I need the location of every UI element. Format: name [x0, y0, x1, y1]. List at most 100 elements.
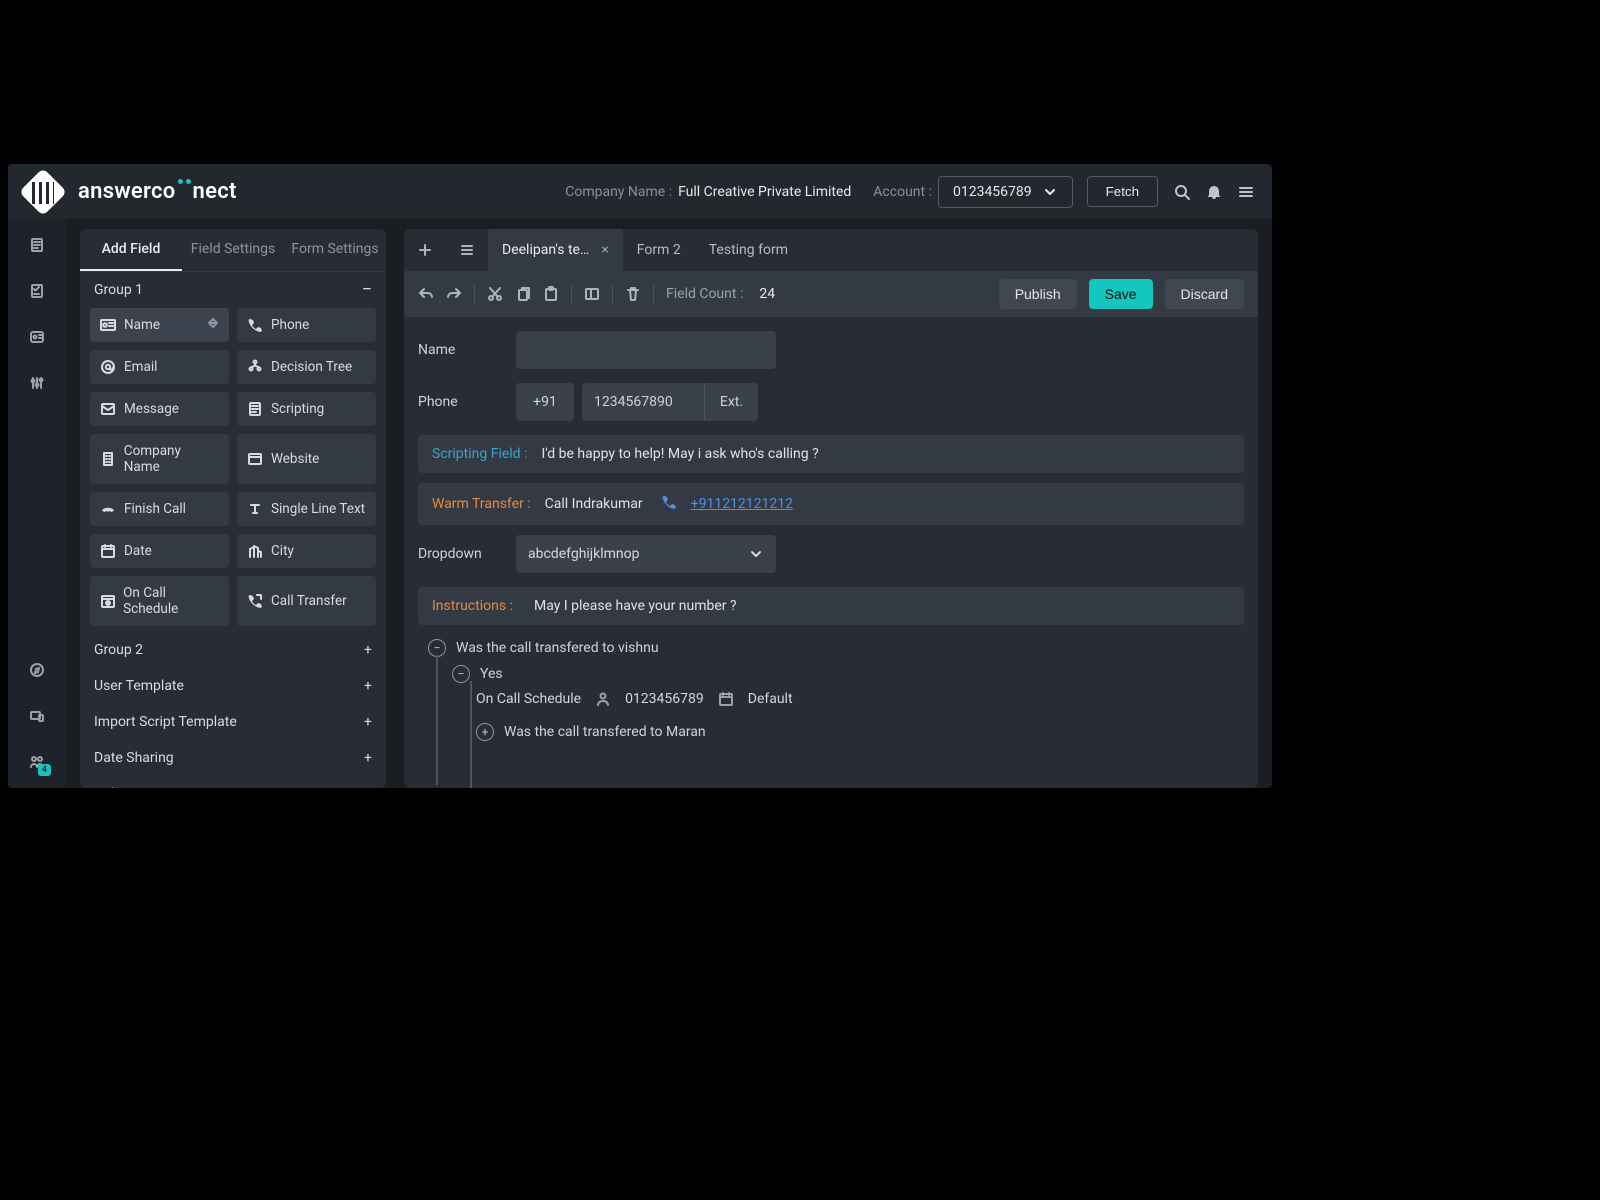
rail-item-sliders[interactable]: [29, 375, 45, 391]
plus-icon: +: [364, 678, 372, 694]
rail-item-checklist[interactable]: [29, 283, 45, 299]
section-delivery-group[interactable]: Delivery Group +: [80, 776, 386, 788]
rail-item-contact[interactable]: [29, 329, 45, 345]
trash-icon[interactable]: [625, 286, 641, 302]
warm-transfer-strip[interactable]: Warm Transfer : Call Indrakumar +9112121…: [418, 483, 1244, 525]
logo-icon: [19, 167, 67, 215]
rail-item-compass[interactable]: [29, 662, 45, 678]
doc-tab-active[interactable]: Deelipan's te… ×: [488, 229, 623, 271]
search-icon[interactable]: [1174, 184, 1190, 200]
hangup-icon: [100, 501, 116, 517]
field-chip-website[interactable]: Website: [237, 434, 376, 484]
field-chip-company[interactable]: Company Name: [90, 434, 229, 484]
phone-cc-input[interactable]: +91: [516, 383, 574, 421]
paste-icon[interactable]: [543, 286, 559, 302]
field-chip-email[interactable]: Email: [90, 350, 229, 384]
field-chip-decision[interactable]: Decision Tree: [237, 350, 376, 384]
expand-node-icon[interactable]: +: [476, 723, 494, 741]
nav-rail: 4: [8, 219, 66, 788]
row-name: Name: [418, 331, 1244, 369]
field-chip-transfer[interactable]: Call Transfer: [237, 576, 376, 626]
phone-number-input[interactable]: 1234567890 Ext.: [582, 383, 758, 421]
row-phone: Phone +91 1234567890 Ext.: [418, 383, 1244, 421]
brand-dots-icon: [178, 179, 191, 184]
section-date-sharing[interactable]: Date Sharing +: [80, 740, 386, 776]
copy-icon[interactable]: [515, 286, 531, 302]
field-chip-finish[interactable]: Finish Call: [90, 492, 229, 526]
save-button[interactable]: Save: [1089, 279, 1153, 309]
doc-tab[interactable]: Testing form: [695, 229, 802, 271]
publish-button[interactable]: Publish: [999, 279, 1077, 309]
chip-label: Website: [271, 451, 319, 467]
doc-tab[interactable]: Form 2: [623, 229, 695, 271]
name-input[interactable]: [516, 331, 776, 369]
dropdown-label: Dropdown: [418, 546, 516, 562]
tab-list-button[interactable]: [446, 242, 488, 258]
tree-node-schedule[interactable]: On Call Schedule 0123456789 Default: [476, 687, 1244, 711]
chip-label: Call Transfer: [271, 593, 347, 609]
field-chip-scripting[interactable]: Scripting: [237, 392, 376, 426]
tree-node-q2[interactable]: + Was the call transfered to Maran: [476, 719, 1244, 745]
phone-icon: [247, 317, 263, 333]
fetch-button[interactable]: Fetch: [1087, 176, 1158, 207]
name-label: Name: [418, 342, 516, 358]
tree-schedule-default: Default: [748, 691, 793, 707]
section-label: Group 2: [94, 642, 143, 658]
dropdown-value: abcdefghijklmnop: [528, 546, 640, 562]
brand-wordmark: answerco nect: [78, 179, 237, 204]
cut-icon[interactable]: [487, 286, 503, 302]
discard-button[interactable]: Discard: [1165, 279, 1244, 309]
warm-link[interactable]: +911212121212: [691, 496, 793, 512]
instructions-key: Instructions :: [432, 598, 520, 614]
layout-icon[interactable]: [584, 286, 600, 302]
collapse-icon: −: [362, 285, 372, 295]
field-chip-name[interactable]: Name: [90, 308, 229, 342]
person-icon: [595, 691, 611, 707]
tab-add-field[interactable]: Add Field: [80, 229, 182, 271]
scripting-strip[interactable]: Scripting Field : I'd be happy to help! …: [418, 435, 1244, 473]
field-count-label: Field Count :: [666, 286, 743, 302]
dropdown-select[interactable]: abcdefghijklmnop: [516, 535, 776, 573]
rail-badge: 4: [38, 764, 51, 776]
bell-icon[interactable]: [1206, 184, 1222, 200]
section-import-script[interactable]: Import Script Template +: [80, 704, 386, 740]
doc-tab-label: Testing form: [709, 242, 788, 258]
rail-item-devices[interactable]: [29, 708, 45, 724]
rail-item-people[interactable]: 4: [29, 754, 45, 770]
chip-label: Finish Call: [124, 501, 186, 517]
collapse-node-icon[interactable]: −: [452, 665, 470, 683]
at-icon: [100, 359, 116, 375]
menu-icon[interactable]: [1238, 184, 1254, 200]
rail-item-doc[interactable]: [29, 237, 45, 253]
add-tab-button[interactable]: [404, 242, 446, 258]
tab-field-settings[interactable]: Field Settings: [182, 229, 284, 271]
field-chip-city[interactable]: City: [237, 534, 376, 568]
building-icon: [100, 451, 116, 467]
redo-icon[interactable]: [446, 286, 462, 302]
field-chip-date[interactable]: Date: [90, 534, 229, 568]
field-chip-phone[interactable]: Phone: [237, 308, 376, 342]
instructions-strip[interactable]: Instructions : May I please have your nu…: [418, 587, 1244, 625]
tree-icon: [247, 359, 263, 375]
warm-value: Call Indrakumar: [545, 496, 643, 512]
company-value: Full Creative Private Limited: [678, 184, 851, 200]
section-user-template[interactable]: User Template +: [80, 668, 386, 704]
plus-icon: +: [364, 786, 372, 788]
tree-node-q1[interactable]: − Was the call transfered to vishnu: [428, 635, 1244, 661]
tree-node-yes[interactable]: − Yes: [452, 661, 1244, 687]
section-group-2[interactable]: Group 2 +: [80, 632, 386, 668]
calendar-icon: [718, 691, 734, 707]
group-1-header[interactable]: Group 1 −: [80, 272, 386, 308]
close-icon[interactable]: ×: [601, 242, 608, 258]
app-shell: answerco nect Company Name : Full Creati…: [8, 164, 1272, 788]
account-select[interactable]: 0123456789: [938, 176, 1073, 208]
field-chip-message[interactable]: Message: [90, 392, 229, 426]
undo-icon[interactable]: [418, 286, 434, 302]
field-chip-schedule[interactable]: On Call Schedule: [90, 576, 229, 626]
tree-schedule-number: 0123456789: [625, 691, 704, 707]
field-chip-single-line[interactable]: Single Line Text: [237, 492, 376, 526]
tab-form-settings[interactable]: Form Settings: [284, 229, 386, 271]
chevron-down-icon: [748, 546, 764, 562]
phone-label: Phone: [418, 394, 516, 410]
chevron-down-icon: [1042, 184, 1058, 200]
